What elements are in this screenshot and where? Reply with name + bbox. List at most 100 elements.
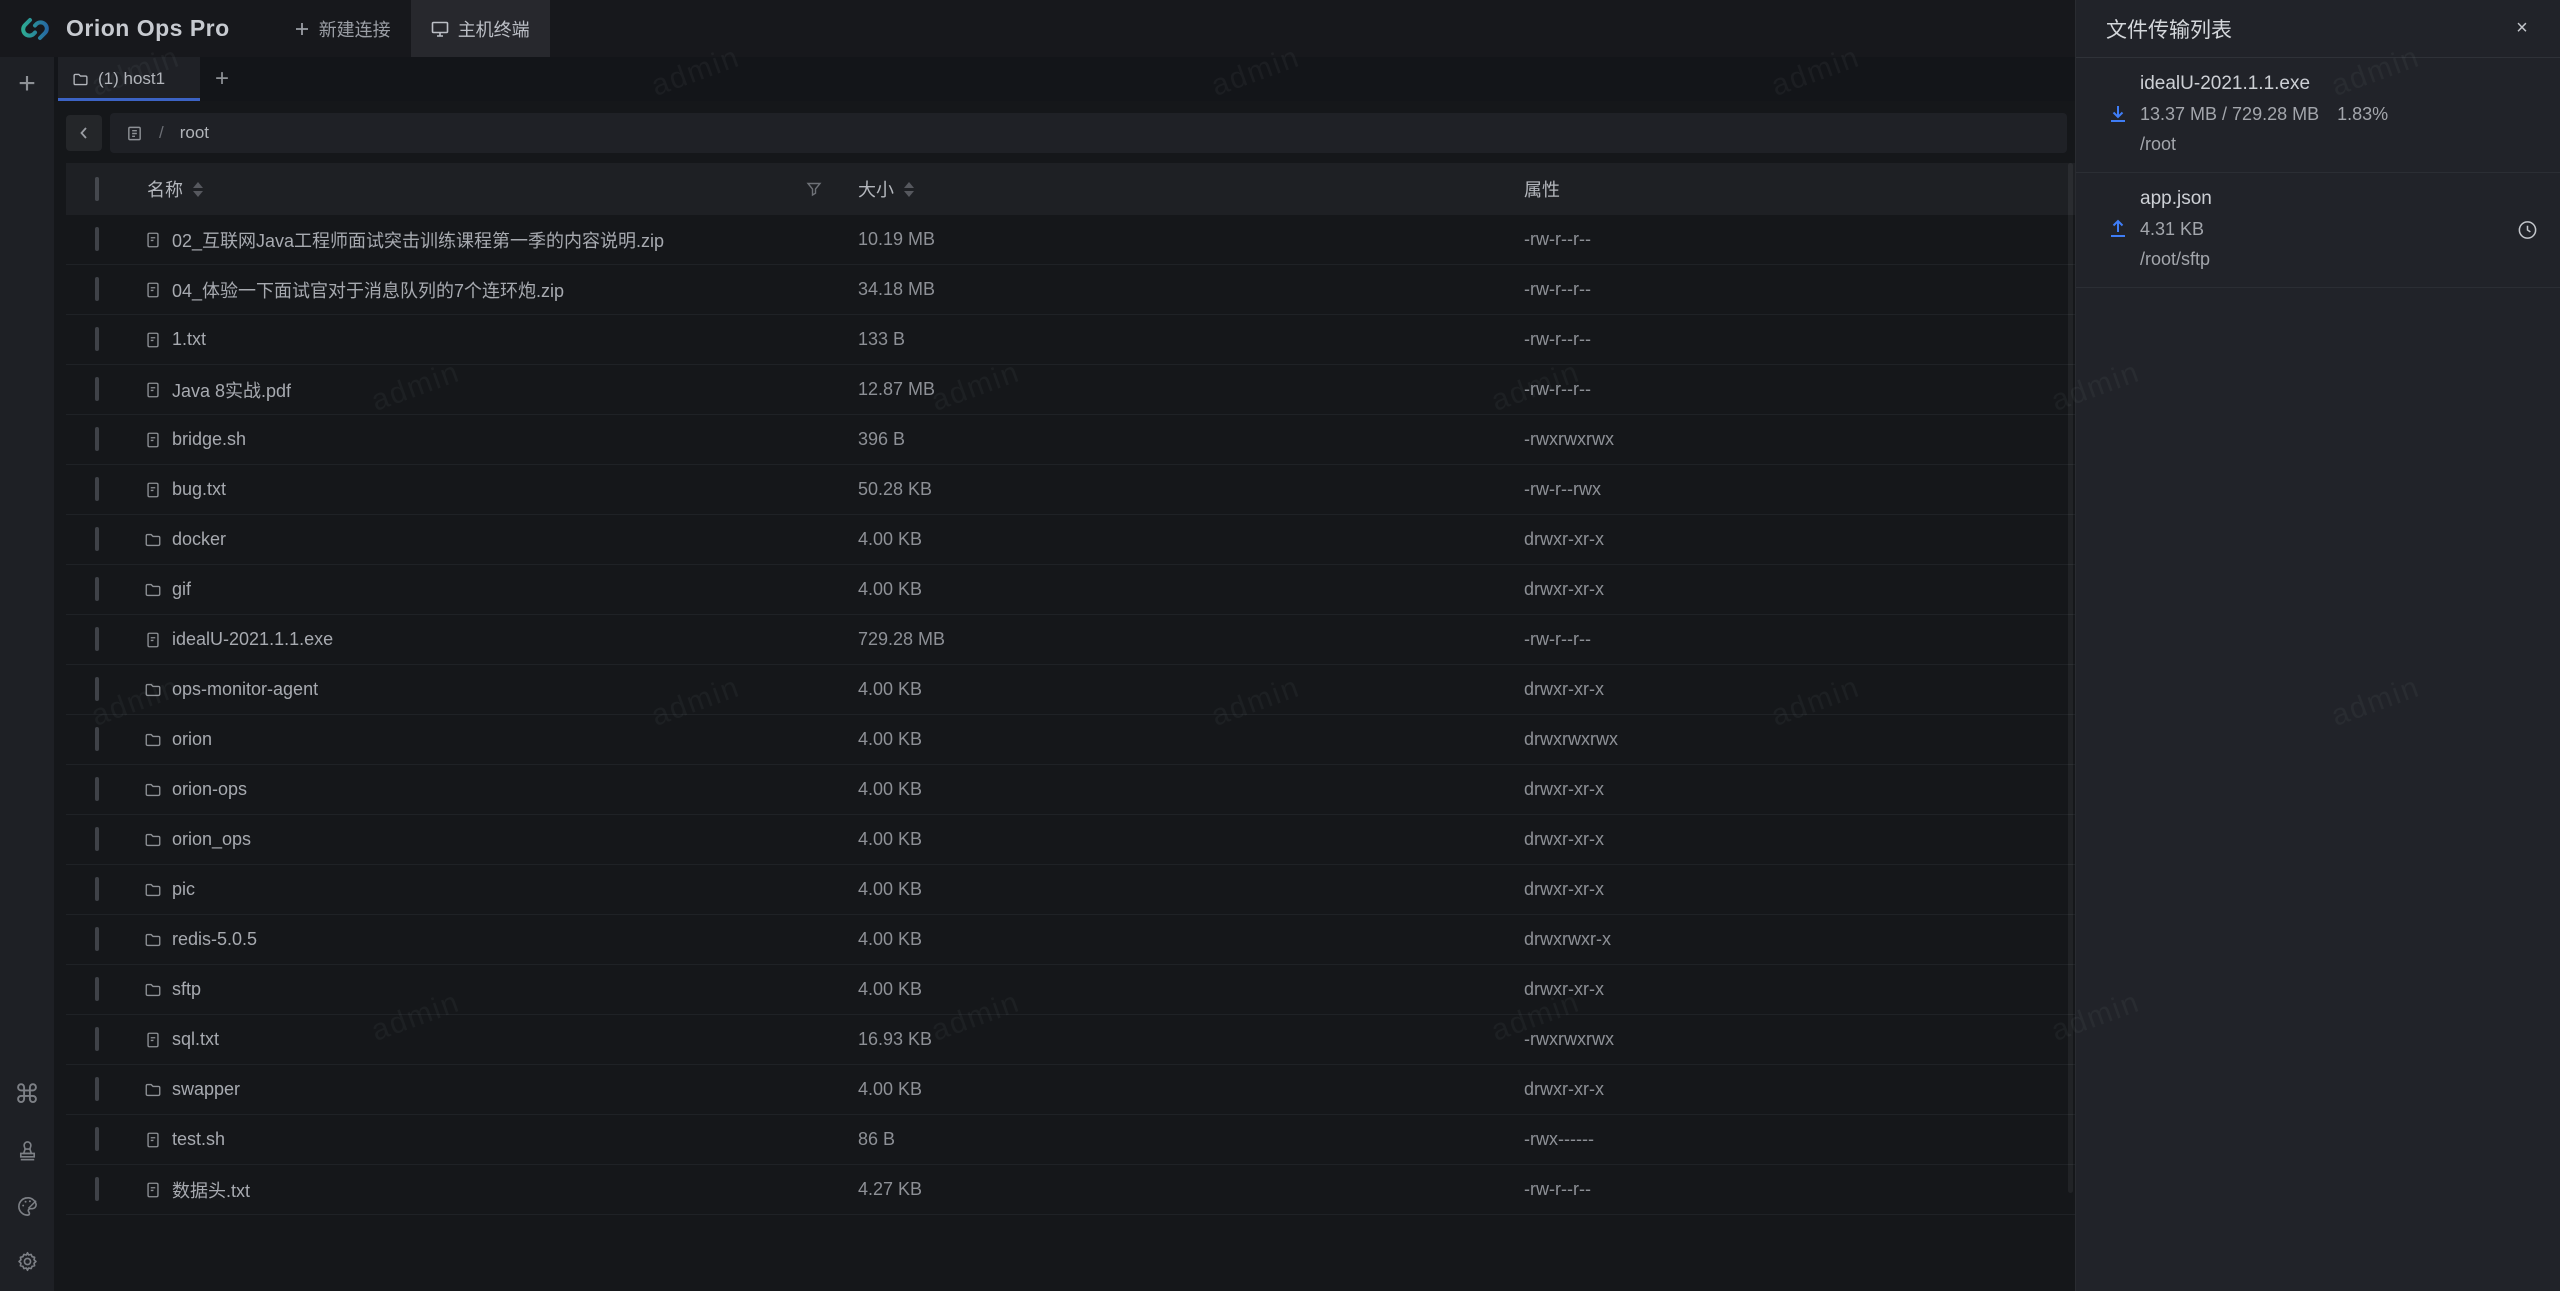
filter-icon[interactable]: [806, 181, 822, 197]
row-checkbox[interactable]: [95, 727, 99, 751]
row-checkbox[interactable]: [95, 1027, 99, 1051]
file-icon: [144, 231, 162, 249]
file-size: 16.93 KB: [858, 1029, 1524, 1050]
table-row[interactable]: sftp 4.00 KB drwxr-xr-x: [66, 965, 2075, 1015]
table-row[interactable]: ops-monitor-agent 4.00 KB drwxr-xr-x: [66, 665, 2075, 715]
left-sidebar: + ⌘: [0, 57, 54, 1291]
row-checkbox[interactable]: [95, 677, 99, 701]
table-row[interactable]: bridge.sh 396 B -rwxrwxrwx: [66, 415, 2075, 465]
table-row[interactable]: 02_互联网Java工程师面试突击训练课程第一季的内容说明.zip 10.19 …: [66, 215, 2075, 265]
table-row[interactable]: orion 4.00 KB drwxrwxrwx: [66, 715, 2075, 765]
file-name[interactable]: ops-monitor-agent: [172, 679, 318, 700]
file-name[interactable]: orion_ops: [172, 829, 251, 850]
table-row[interactable]: redis-5.0.5 4.00 KB drwxrwxr-x: [66, 915, 2075, 965]
row-checkbox[interactable]: [95, 327, 99, 351]
row-checkbox[interactable]: [95, 577, 99, 601]
table-row[interactable]: sql.txt 16.93 KB -rwxrwxrwx: [66, 1015, 2075, 1065]
back-button[interactable]: [66, 115, 102, 151]
column-header-name[interactable]: 名称: [147, 176, 183, 202]
file-name[interactable]: bridge.sh: [172, 429, 246, 450]
table-row[interactable]: swapper 4.00 KB drwxr-xr-x: [66, 1065, 2075, 1115]
sort-icon[interactable]: [193, 182, 203, 197]
row-checkbox[interactable]: [95, 427, 99, 451]
file-name[interactable]: 1.txt: [172, 329, 206, 350]
tab-strip: (1) host1 +: [54, 57, 2075, 101]
table-row[interactable]: idealU-2021.1.1.exe 729.28 MB -rw-r--r--: [66, 615, 2075, 665]
top-menu: 新建连接 主机终端: [274, 0, 550, 57]
file-name[interactable]: 数据头.txt: [172, 1177, 250, 1203]
transfer-item[interactable]: idealU-2021.1.1.exe 13.37 MB / 729.28 MB…: [2076, 58, 2560, 173]
transfer-percent: 1.83%: [2337, 103, 2388, 126]
table-row[interactable]: 数据头.txt 4.27 KB -rw-r--r--: [66, 1165, 2075, 1215]
menu-item-new-connection[interactable]: 新建连接: [274, 0, 411, 57]
row-checkbox[interactable]: [95, 277, 99, 301]
select-all-checkbox[interactable]: [95, 177, 99, 201]
file-name[interactable]: gif: [172, 579, 191, 600]
row-checkbox[interactable]: [95, 227, 99, 251]
file-size: 4.00 KB: [858, 829, 1524, 850]
file-name[interactable]: Java 8实战.pdf: [172, 377, 291, 403]
file-name[interactable]: docker: [172, 529, 226, 550]
sidebar-add-button[interactable]: +: [10, 67, 44, 101]
table-row[interactable]: Java 8实战.pdf 12.87 MB -rw-r--r--: [66, 365, 2075, 415]
file-name[interactable]: sftp: [172, 979, 201, 1000]
file-permissions: drwxr-xr-x: [1524, 679, 2075, 700]
stamp-icon[interactable]: [16, 1140, 39, 1163]
file-name[interactable]: redis-5.0.5: [172, 929, 257, 950]
row-checkbox[interactable]: [95, 927, 99, 951]
gear-icon[interactable]: [16, 1250, 39, 1273]
file-size: 396 B: [858, 429, 1524, 450]
row-checkbox[interactable]: [95, 1127, 99, 1151]
table-row[interactable]: test.sh 86 B -rwx------: [66, 1115, 2075, 1165]
logo-icon: [16, 16, 54, 42]
table-row[interactable]: gif 4.00 KB drwxr-xr-x: [66, 565, 2075, 615]
row-checkbox[interactable]: [95, 777, 99, 801]
table-row[interactable]: 1.txt 133 B -rw-r--r--: [66, 315, 2075, 365]
row-checkbox[interactable]: [95, 827, 99, 851]
table-row[interactable]: orion-ops 4.00 KB drwxr-xr-x: [66, 765, 2075, 815]
file-name[interactable]: orion: [172, 729, 212, 750]
file-name[interactable]: 02_互联网Java工程师面试突击训练课程第一季的内容说明.zip: [172, 227, 664, 253]
transfer-item[interactable]: app.json 4.31 KB /root/sftp: [2076, 173, 2560, 288]
file-name[interactable]: orion-ops: [172, 779, 247, 800]
palette-icon[interactable]: [16, 1195, 39, 1218]
upload-icon: [2106, 217, 2131, 241]
file-name[interactable]: idealU-2021.1.1.exe: [172, 629, 333, 650]
table-row[interactable]: orion_ops 4.00 KB drwxr-xr-x: [66, 815, 2075, 865]
file-icon: [144, 1181, 162, 1199]
table-row[interactable]: 04_体验一下面试官对于消息队列的7个连环炮.zip 34.18 MB -rw-…: [66, 265, 2075, 315]
file-name[interactable]: test.sh: [172, 1129, 225, 1150]
tab-host1[interactable]: (1) host1: [58, 57, 200, 101]
row-checkbox[interactable]: [95, 527, 99, 551]
file-icon: [144, 1031, 162, 1049]
file-name[interactable]: sql.txt: [172, 1029, 219, 1050]
table-row[interactable]: pic 4.00 KB drwxr-xr-x: [66, 865, 2075, 915]
folder-icon: [144, 931, 162, 949]
close-icon[interactable]: ×: [2508, 15, 2536, 43]
row-checkbox[interactable]: [95, 377, 99, 401]
table-row[interactable]: bug.txt 50.28 KB -rw-r--rwx: [66, 465, 2075, 515]
sort-icon[interactable]: [904, 182, 914, 197]
table-header: 名称 大小 属性: [66, 163, 2075, 215]
file-name[interactable]: swapper: [172, 1079, 240, 1100]
row-checkbox[interactable]: [95, 877, 99, 901]
new-tab-button[interactable]: +: [200, 57, 244, 101]
breadcrumb-current[interactable]: root: [180, 123, 209, 143]
row-checkbox[interactable]: [95, 1177, 99, 1201]
row-checkbox[interactable]: [95, 1077, 99, 1101]
file-size: 4.00 KB: [858, 679, 1524, 700]
table-row[interactable]: docker 4.00 KB drwxr-xr-x: [66, 515, 2075, 565]
row-checkbox[interactable]: [95, 477, 99, 501]
folder-icon: [144, 531, 162, 549]
command-icon[interactable]: ⌘: [14, 1082, 40, 1108]
transfer-path: /root: [2140, 133, 2388, 156]
row-checkbox[interactable]: [95, 977, 99, 1001]
breadcrumb[interactable]: / root: [110, 113, 2067, 153]
row-checkbox[interactable]: [95, 627, 99, 651]
file-name[interactable]: pic: [172, 879, 195, 900]
menu-item-host-terminal[interactable]: 主机终端: [411, 0, 550, 57]
file-name[interactable]: 04_体验一下面试官对于消息队列的7个连环炮.zip: [172, 277, 564, 303]
table-scrollbar[interactable]: [2068, 163, 2073, 1193]
file-name[interactable]: bug.txt: [172, 479, 226, 500]
column-header-size[interactable]: 大小: [858, 176, 894, 202]
